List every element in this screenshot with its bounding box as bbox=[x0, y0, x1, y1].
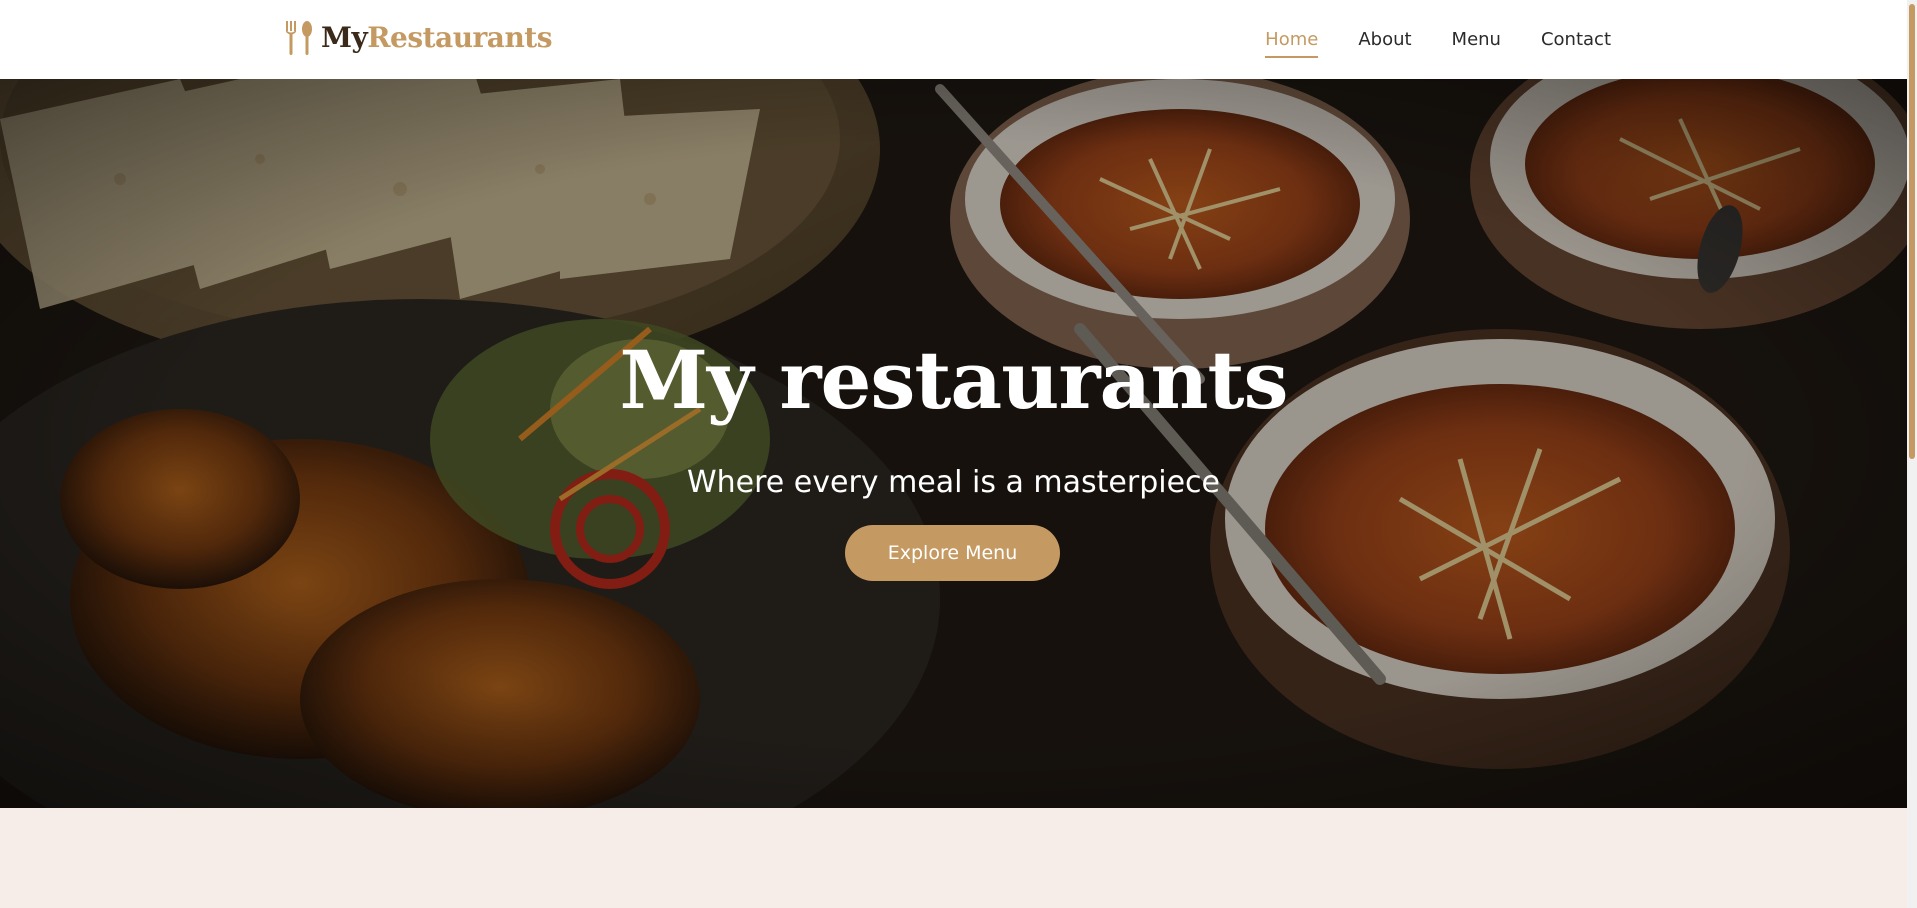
scrollbar-thumb[interactable] bbox=[1909, 4, 1915, 459]
brand-name-part1: My bbox=[321, 21, 368, 54]
brand-logo[interactable]: MyRestaurants bbox=[283, 18, 552, 58]
brand-name: MyRestaurants bbox=[321, 24, 552, 52]
nav-link-about[interactable]: About bbox=[1358, 21, 1411, 58]
nav-link-contact[interactable]: Contact bbox=[1541, 21, 1611, 58]
hero-subtitle: Where every meal is a masterpiece bbox=[686, 465, 1221, 500]
nav-link-menu[interactable]: Menu bbox=[1452, 21, 1501, 58]
nav-link-home[interactable]: Home bbox=[1265, 21, 1319, 58]
hero-section: My restaurants Where every meal is a mas… bbox=[0, 79, 1907, 808]
brand-name-part2: Restaurants bbox=[367, 21, 552, 54]
page-scrollbar[interactable] bbox=[1907, 0, 1917, 908]
hero-content: My restaurants Where every meal is a mas… bbox=[0, 79, 1907, 808]
fork-spoon-icon bbox=[286, 21, 312, 55]
hero-title: My restaurants bbox=[619, 333, 1288, 427]
explore-menu-button[interactable]: Explore Menu bbox=[845, 525, 1060, 581]
next-section bbox=[0, 808, 1907, 908]
main-nav: Home About Menu Contact bbox=[1265, 0, 1611, 79]
site-header: MyRestaurants Home About Menu Contact bbox=[0, 0, 1907, 79]
